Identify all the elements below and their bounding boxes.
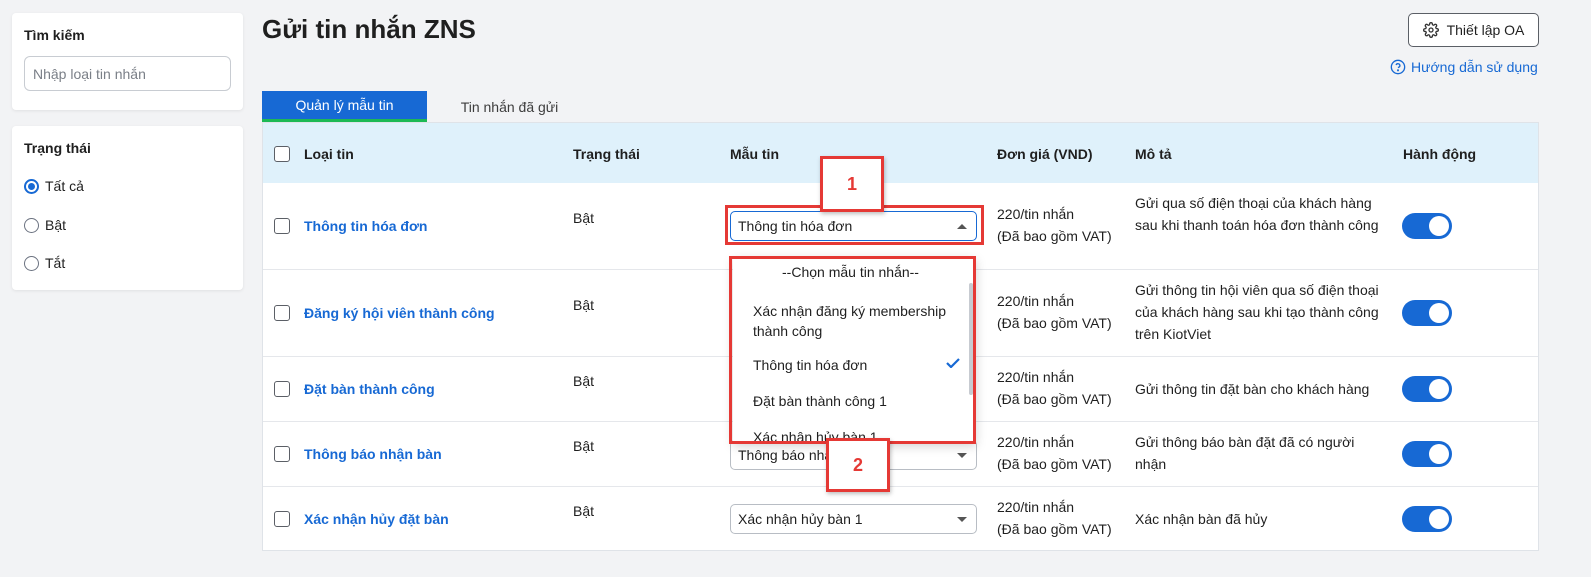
column-header-status: Trạng thái (573, 146, 640, 162)
description: Gửi thông tin hội viên qua số điện thoại… (1135, 282, 1379, 342)
help-circle-icon (1390, 59, 1406, 75)
column-header-action: Hành động (1403, 146, 1477, 162)
price-line: 220/tin nhắn (997, 206, 1075, 222)
column-header-template: Mẫu tin (730, 146, 779, 162)
row-checkbox[interactable] (274, 511, 290, 527)
setup-oa-label: Thiết lập OA (1446, 22, 1525, 38)
table-header: Loại tin Trạng thái Mẫu tin Đơn giá (VND… (263, 123, 1538, 183)
tab-template-management[interactable]: Quản lý mẫu tin (262, 91, 427, 122)
status-option-label: Bật (45, 217, 67, 233)
message-type-link[interactable]: Thông báo nhận bàn (304, 446, 442, 462)
template-select[interactable]: Xác nhận hủy bàn 1 (730, 504, 977, 534)
message-type-link[interactable]: Thông tin hóa đơn (304, 218, 427, 234)
dropdown-option[interactable]: Xác nhận đăng ký membership thành công (753, 301, 953, 341)
caret-up-icon (957, 224, 967, 229)
column-header-price: Đơn giá (VND) (997, 146, 1093, 162)
status-value: Bật (573, 438, 595, 454)
user-guide-link[interactable]: Hướng dẫn sử dụng (1390, 59, 1538, 75)
price-vat-note: (Đã bao gồm VAT) (997, 391, 1112, 407)
description: Gửi qua số điện thoại của khách hàng sau… (1135, 195, 1379, 233)
setup-oa-button[interactable]: Thiết lập OA (1408, 13, 1539, 47)
page-title: Gửi tin nhắn ZNS (262, 14, 476, 44)
status-value: Bật (573, 503, 595, 519)
status-value: Bật (573, 210, 595, 226)
template-select-value: Thông tin hóa đơn (738, 218, 853, 234)
enable-toggle[interactable] (1402, 213, 1452, 239)
dropdown-scrollbar[interactable] (969, 283, 973, 395)
status-option-on[interactable]: Bật (24, 217, 66, 233)
template-select[interactable]: Thông tin hóa đơn (730, 211, 977, 241)
status-option-label: Tất cả (45, 178, 84, 194)
dropdown-option[interactable]: --Chọn mẫu tin nhắn-- (738, 262, 963, 282)
caret-down-icon (957, 453, 967, 458)
enable-toggle[interactable] (1402, 376, 1452, 402)
description: Gửi thông tin đặt bàn cho khách hàng (1135, 381, 1370, 397)
price-vat-note: (Đã bao gồm VAT) (997, 315, 1112, 331)
status-value: Bật (573, 297, 595, 313)
check-icon (946, 358, 960, 368)
description: Xác nhận bàn đã hủy (1135, 511, 1268, 527)
row-checkbox[interactable] (274, 381, 290, 397)
dropdown-option[interactable]: Đặt bàn thành công 1 (753, 391, 953, 411)
template-select-value: Xác nhận hủy bàn 1 (738, 511, 863, 527)
row-checkbox[interactable] (274, 305, 290, 321)
price-line: 220/tin nhắn (997, 434, 1075, 450)
price-value: 220/tin nhắn (Đã bao gồm VAT) (997, 290, 1112, 334)
search-card: Tìm kiếm (12, 13, 243, 110)
price-value: 220/tin nhắn (Đã bao gồm VAT) (997, 496, 1112, 540)
enable-toggle[interactable] (1402, 300, 1452, 326)
column-header-type: Loại tin (304, 146, 354, 162)
price-vat-note: (Đã bao gồm VAT) (997, 521, 1112, 537)
message-type-link[interactable]: Đăng ký hội viên thành công (304, 305, 495, 321)
column-header-description: Mô tả (1135, 146, 1172, 162)
select-all-checkbox[interactable] (274, 146, 290, 162)
status-option-off[interactable]: Tắt (24, 255, 65, 271)
status-option-label: Tắt (45, 255, 66, 271)
row-checkbox[interactable] (274, 218, 290, 234)
status-filter-card: Trạng thái Tất cả Bật Tắt (12, 126, 243, 290)
enable-toggle[interactable] (1402, 506, 1452, 532)
radio-checked-icon[interactable] (24, 178, 39, 194)
description: Gửi thông báo bàn đặt đã có người nhận (1135, 434, 1355, 472)
user-guide-label: Hướng dẫn sử dụng (1411, 59, 1538, 75)
enable-toggle[interactable] (1402, 441, 1452, 467)
search-input[interactable] (24, 56, 231, 91)
price-value: 220/tin nhắn (Đã bao gồm VAT) (997, 431, 1112, 475)
status-option-all[interactable]: Tất cả (24, 178, 84, 194)
status-filter-title: Trạng thái (24, 140, 91, 156)
table-row: Xác nhận hủy đặt bàn Bật Xác nhận hủy bà… (263, 487, 1538, 551)
price-vat-note: (Đã bao gồm VAT) (997, 456, 1112, 472)
price-line: 220/tin nhắn (997, 499, 1075, 515)
message-type-link[interactable]: Xác nhận hủy đặt bàn (304, 511, 449, 527)
status-value: Bật (573, 373, 595, 389)
message-type-link[interactable]: Đặt bàn thành công (304, 381, 435, 397)
gear-icon (1422, 22, 1439, 38)
caret-down-icon (957, 517, 967, 522)
search-title: Tìm kiếm (24, 27, 85, 43)
radio-icon[interactable] (24, 217, 39, 233)
price-value: 220/tin nhắn (Đã bao gồm VAT) (997, 366, 1112, 410)
template-dropdown-list: --Chọn mẫu tin nhắn-- Xác nhận đăng ký m… (733, 257, 976, 443)
price-vat-note: (Đã bao gồm VAT) (997, 228, 1112, 244)
radio-icon[interactable] (24, 255, 39, 271)
tab-sent-messages[interactable]: Tin nhắn đã gửi (427, 91, 592, 122)
row-checkbox[interactable] (274, 446, 290, 462)
price-line: 220/tin nhắn (997, 293, 1075, 309)
annotation-label-1: 1 (820, 156, 884, 212)
dropdown-option-selected[interactable]: Thông tin hóa đơn (753, 355, 953, 375)
price-value: 220/tin nhắn (Đã bao gồm VAT) (997, 203, 1112, 247)
price-line: 220/tin nhắn (997, 369, 1075, 385)
annotation-label-2: 2 (826, 438, 890, 492)
